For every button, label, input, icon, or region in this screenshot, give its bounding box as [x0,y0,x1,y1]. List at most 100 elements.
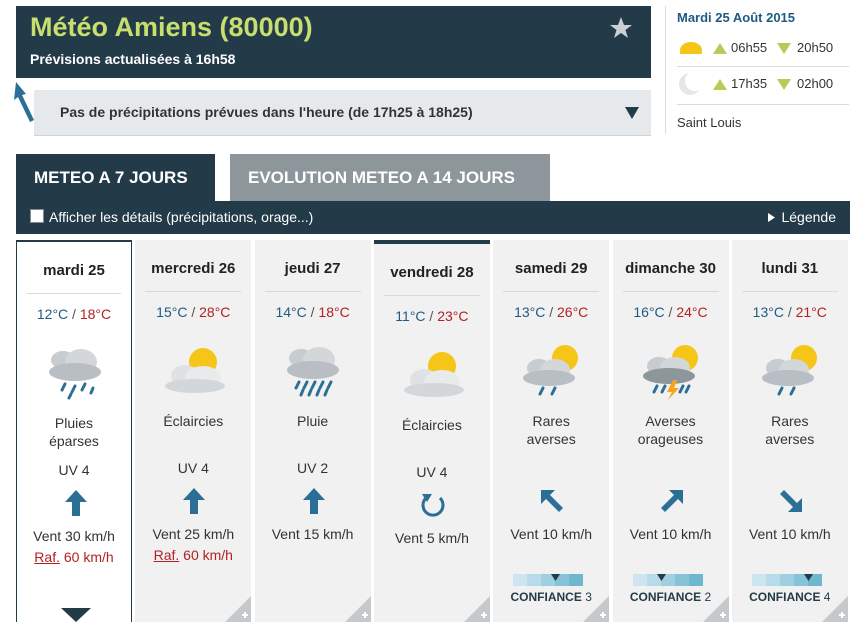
day-column[interactable]: mardi 25 12°C / 18°C Pluies éparses UV 4 Vent… [16,240,132,622]
weather-description-line: Pluie [297,413,329,429]
confidence-scale [632,574,703,586]
details-toolbar: Afficher les détails (précipitations, or… [16,201,850,234]
divider [741,291,838,292]
wind-arrow-southeast-icon [779,490,802,512]
wind-gust: Raf. 60 km/h [135,547,251,563]
weather-description: Averses orageuses [613,412,729,448]
divider [677,66,849,67]
divider [677,104,849,105]
wind-arrow-northwest-icon [541,490,564,512]
wind-arrow-north-icon [65,490,87,516]
temp-separator: / [187,304,200,320]
day-column[interactable]: dimanche 30 16°C / 24°C Averses orageuses Ve… [612,240,729,622]
tab-7-days[interactable]: METEO A 7 JOURS [16,154,215,201]
rain-cloud-icon [286,347,339,397]
moon-icon [679,71,705,95]
day-name: lundi 31 [761,260,819,277]
details-checkbox-label[interactable]: Afficher les détails (précipitations, or… [49,209,313,225]
details-checkbox[interactable] [30,209,44,223]
day-column[interactable]: samedi 29 13°C / 26°C Rares averses Vent 10 … [493,240,610,622]
expand-down-icon[interactable] [61,608,91,622]
weather-description-line: Averses [645,413,696,429]
day-name: jeudi 27 [284,260,341,277]
uv-index: UV 2 [297,460,329,476]
sun-times: 06h55 20h50 [677,34,847,64]
temp-max: 28°C [199,304,231,320]
plus-corner-icon[interactable] [344,596,371,622]
forecast-days: mardi 25 12°C / 18°C Pluies éparses UV 4 Vent… [16,240,850,622]
chevron-down-icon[interactable] [625,107,639,119]
divider [383,295,480,296]
moonrise-arrow-icon [713,79,727,90]
weather-description-line: Rares [532,413,570,429]
temperature-range: 11°C / 23°C [374,308,490,324]
sun-cloud-icon [403,352,464,397]
temp-max: 24°C [676,304,708,320]
weather-description-line: Pluies [54,415,94,431]
wind-speed: Vent 5 km/h [394,530,469,546]
precipitation-dropdown[interactable]: Pas de précipitations prévues dans l'heu… [34,90,651,136]
temp-max: 18°C [79,306,112,322]
precipitation-text: Pas de précipitations prévues dans l'heu… [60,104,473,120]
sunset-time: 20h50 [797,40,834,55]
weather-description-line: Éclaircies [163,413,224,429]
weather-description-line: Éclaircies [401,417,462,433]
divider [145,291,242,292]
weather-description: Rares averses [493,412,609,448]
wind-speed: Vent 10 km/h [510,526,593,542]
temp-min: 13°C [752,304,784,320]
temperature-range: 14°C / 18°C [255,304,371,320]
wind-arrow-northeast-icon [660,490,683,512]
sun-showers-icon [523,345,579,396]
weather-description: Rares averses [732,412,848,448]
saint-of-day: Saint Louis [677,115,742,130]
plus-corner-icon[interactable] [583,596,610,622]
sun-icon [679,42,703,60]
weather-description-line: Rares [771,413,809,429]
day-name: vendredi 28 [390,264,474,281]
wind-speed: Vent 25 km/h [152,526,235,542]
sun-cloud-icon [165,348,226,393]
weather-description-line: averses [526,431,576,447]
sunrise-time: 06h55 [731,40,768,55]
wind-speed: Vent 30 km/h [33,528,115,544]
divider [264,291,361,292]
wind-arrow-north-icon [183,488,206,514]
plus-corner-icon[interactable] [225,596,252,622]
day-column[interactable]: lundi 31 13°C / 21°C Rares averses Vent 10 k… [731,240,848,622]
legend-link[interactable]: Légende [781,209,836,225]
plus-corner-icon[interactable] [821,596,848,622]
cursor-pointer-icon [14,82,34,122]
temp-min: 12°C [36,306,69,322]
page-title: Météo Amiens (80000) [30,12,313,42]
sunrise-arrow-icon [713,43,727,54]
day-name: dimanche 30 [625,260,716,277]
weather-description: Éclaircies [374,416,490,434]
city-header: Météo Amiens (80000) Prévisions actualis… [16,6,651,78]
confidence-marker-icon [551,574,561,581]
weather-description-line: averses [765,431,815,447]
weather-description: Pluie [255,412,371,430]
temperature-range: 12°C / 18°C [17,306,131,322]
plus-corner-icon[interactable] [463,596,490,622]
caret-right-icon[interactable] [768,213,775,222]
tab-14-days[interactable]: EVOLUTION METEO A 14 JOURS [230,154,550,201]
wind-variable-icon [421,494,445,517]
temp-separator: / [545,304,558,320]
temp-max: 23°C [437,308,469,324]
temp-separator: / [425,308,438,324]
confidence-label: CONFIANCE [629,590,702,604]
confidence-label: CONFIANCE [510,590,582,604]
day-column[interactable]: vendredi 28 11°C / 23°C Éclaircies UV 4 Vent… [373,240,490,622]
uv-index: UV 4 [58,462,90,478]
wind-arrow-north-icon [302,488,325,514]
day-column[interactable]: jeudi 27 14°C / 18°C Pluie UV 2 Vent 15 km/h [254,240,371,622]
temp-max: 21°C [795,304,827,320]
star-icon[interactable] [609,16,633,40]
day-name: mercredi 26 [151,260,236,277]
moon-times: 17h35 02h00 [677,70,847,100]
plus-corner-icon[interactable] [702,596,729,622]
gust-value: 60 km/h [63,549,114,565]
day-column[interactable]: mercredi 26 15°C / 28°C Éclaircies UV 4 Vent… [135,240,252,622]
divider [622,291,719,292]
